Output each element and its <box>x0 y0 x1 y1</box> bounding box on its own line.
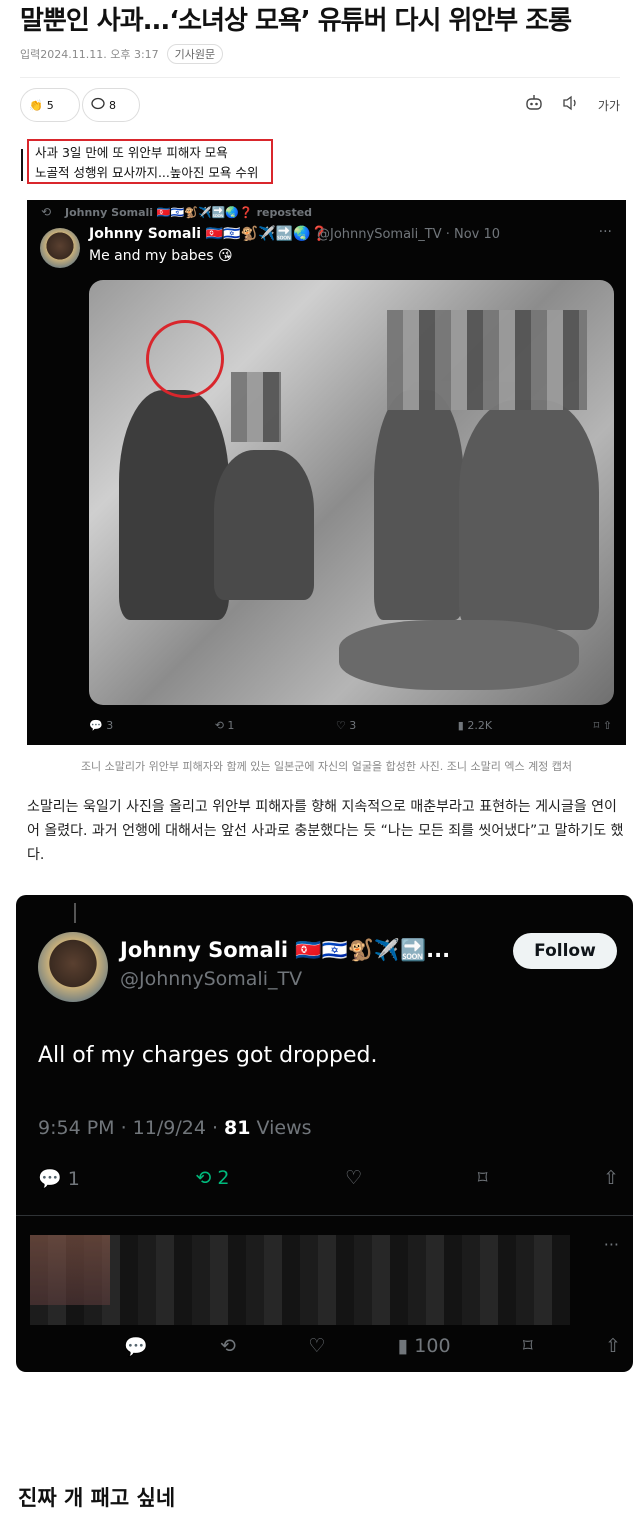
photo-figure <box>374 390 464 620</box>
avatar <box>38 932 108 1002</box>
tweet-actions: 💬 1 ⟲ 2 ♡ ⌑ ⇧ <box>38 1167 619 1190</box>
highlight-circle <box>146 320 224 398</box>
share-icon: ⇧ <box>603 1167 619 1189</box>
photo-figure <box>339 620 579 690</box>
reaction-button[interactable]: 👏 5 <box>20 88 80 122</box>
reply-action: 💬 3 <box>89 719 114 732</box>
article-meta: 입력2024.11.11. 오후 3:17 기사원문 <box>20 44 224 64</box>
subtitle-line-2: 노골적 성행위 묘사까지...높아진 모욕 수위 <box>35 165 259 180</box>
avatar <box>40 228 80 268</box>
pixelated-face <box>231 372 281 442</box>
subtitle-line-1: 사과 3일 만에 또 위안부 피해자 모욕 <box>35 145 228 160</box>
photo-caption: 조니 소말리가 위안부 피해자와 함께 있는 일본군에 자신의 얼굴을 합성한 … <box>80 760 573 773</box>
reaction-count: 5 <box>46 98 54 112</box>
tweet-handle: @JohnnySomali_TV · Nov 10 <box>317 227 501 242</box>
publish-date: 입력2024.11.11. 오후 3:17 <box>20 48 159 61</box>
bookmark-share: ⌑ ⇧ <box>594 719 612 732</box>
post-comment: 진짜 개 패고 싶네 <box>18 1486 176 1510</box>
repost-action: ⟲ 1 <box>214 719 235 732</box>
article-headline: 말뿐인 사과...‘소녀상 모욕’ 유튜버 다시 위안부 조롱 <box>20 6 572 36</box>
more-icon: ··· <box>598 224 612 240</box>
heart-icon: ♡ <box>335 719 346 732</box>
thread-line <box>74 903 76 923</box>
reply-icon: 💬 <box>124 1336 148 1358</box>
tweet-screenshot-1: ⟲ Johnny Somali 🇰🇵🇮🇱🐒✈️🔜🌏❓ reposted John… <box>27 200 626 745</box>
tweet-timestamp: 9:54 PM · 11/9/24 · 81 Views <box>38 1117 312 1139</box>
subtitle-bar <box>21 149 23 181</box>
tweet-photo <box>89 280 614 705</box>
comment-button[interactable]: 8 <box>82 88 140 122</box>
heart-icon: ♡ <box>308 1335 326 1357</box>
tweet-text: All of my charges got dropped. <box>38 1043 378 1068</box>
share-icon: ⇧ <box>605 1335 621 1357</box>
pixelated-face <box>387 310 587 410</box>
divider <box>16 1215 633 1216</box>
tweet-actions: 💬 3 ⟲ 1 ♡ 3 ▮ 2.2K ⌑ ⇧ <box>89 719 612 732</box>
tweet-handle: @JohnnySomali_TV <box>120 968 303 990</box>
blurred-avatar <box>30 1235 110 1305</box>
clap-icon: 👏 <box>29 98 43 112</box>
photo-figure <box>459 400 599 630</box>
repost-icon: ⟲ <box>220 1335 236 1357</box>
article-subtitle: 사과 3일 만에 또 위안부 피해자 모욕 노골적 성행위 묘사까지...높아진… <box>27 139 273 184</box>
photo-figure <box>119 390 229 620</box>
article-body: 소말리는 욱일기 사진을 올리고 위안부 피해자를 향해 지속적으로 매춘부라고… <box>27 799 624 863</box>
views-action: ▮ 2.2K <box>457 719 493 732</box>
robot-summary-icon[interactable] <box>524 94 544 116</box>
views-action: ▮ 100 <box>397 1335 451 1357</box>
views-icon: ▮ <box>457 719 464 732</box>
bookmark-icon: ⌑ <box>522 1335 533 1357</box>
photo-figure <box>214 450 314 600</box>
like-action: ♡ 3 <box>335 719 357 732</box>
reposted-label: Johnny Somali 🇰🇵🇮🇱🐒✈️🔜🌏❓ reposted <box>65 206 313 219</box>
reply-icon: 💬 <box>89 719 103 732</box>
heart-icon: ♡ <box>345 1167 363 1189</box>
tweet-screenshot-2: Johnny Somali 🇰🇵🇮🇱🐒✈️🔜... @JohnnySomali_… <box>16 895 633 1372</box>
source-button[interactable]: 기사원문 <box>166 44 224 64</box>
more-icon: ··· <box>603 1235 619 1254</box>
bookmark-icon: ⌑ <box>477 1167 488 1189</box>
blurred-reply <box>30 1235 570 1325</box>
divider <box>20 77 620 78</box>
follow-button: Follow <box>513 933 617 969</box>
speaker-icon[interactable] <box>562 95 580 115</box>
font-size-button[interactable]: 가가 <box>598 97 620 114</box>
comment-count: 8 <box>109 98 116 112</box>
repost-icon: ⟲ <box>41 205 52 219</box>
repost-action: ⟲ 2 <box>195 1167 230 1189</box>
reply-action: 💬 1 <box>38 1168 80 1190</box>
article-toolbar: 👏 5 8 가가 <box>20 88 620 122</box>
reply-icon: 💬 <box>38 1168 62 1190</box>
reply-actions: 💬 ⟲ ♡ ▮ 100 ⌑ ⇧ <box>124 1335 621 1358</box>
repost-icon: ⟲ <box>195 1167 212 1189</box>
tweet-author-name: Johnny Somali 🇰🇵🇮🇱🐒✈️🔜... <box>120 938 451 962</box>
views-icon: ▮ <box>397 1335 409 1357</box>
tweet-text: Me and my babes 😘 <box>89 248 233 264</box>
comment-icon <box>91 97 105 114</box>
tweet-author-name: Johnny Somali 🇰🇵🇮🇱🐒✈️🔜🌏❓ <box>89 226 328 242</box>
repost-icon: ⟲ <box>214 719 224 732</box>
view-count: 81 <box>224 1117 251 1139</box>
share-icon: ⇧ <box>602 719 612 732</box>
bookmark-icon: ⌑ <box>593 719 600 732</box>
